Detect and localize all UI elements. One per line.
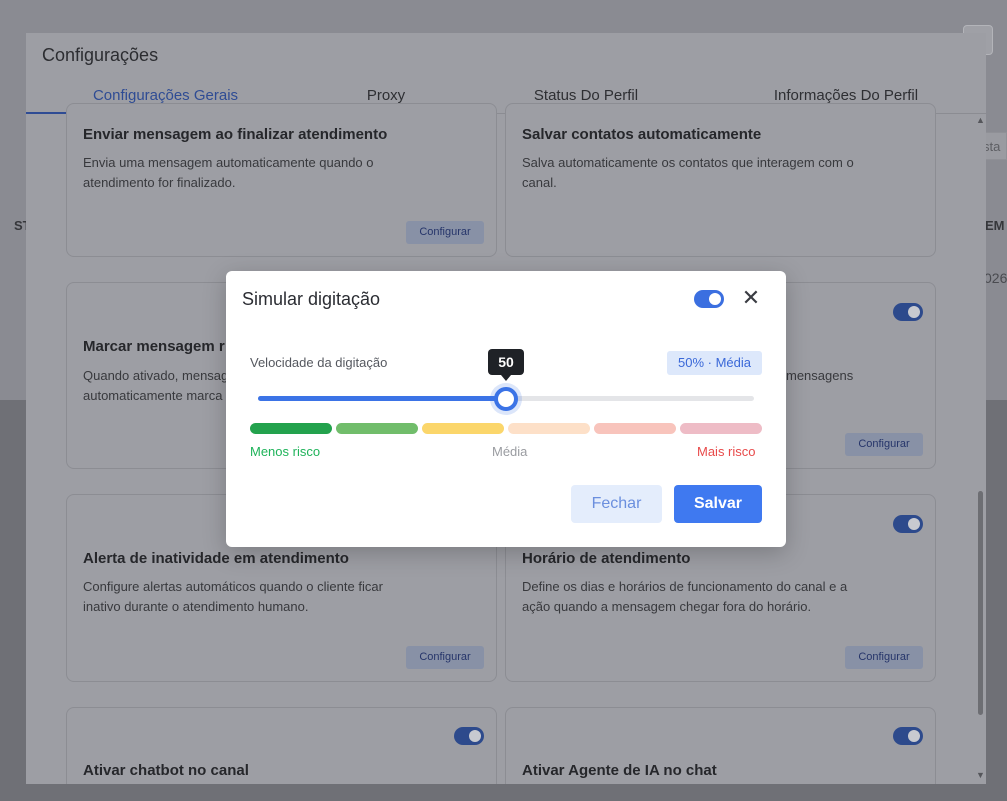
card-title: Ativar Agente de IA no chat — [522, 762, 717, 779]
card-title: Horário de atendimento — [522, 550, 691, 567]
risk-segment-2 — [336, 423, 418, 434]
card-title: Salvar contatos automaticamente — [522, 126, 762, 143]
settings-modal-title: Configurações — [42, 45, 159, 65]
configurar-button[interactable]: Configurar — [406, 221, 484, 244]
card-title: Ativar chatbot no canal — [83, 762, 249, 779]
card-toggle[interactable] — [454, 727, 484, 745]
card-ativar-chatbot: Ativar chatbot no canal — [66, 707, 497, 784]
close-icon[interactable]: ✕ — [740, 286, 762, 310]
slider-value-tooltip: 50 — [488, 349, 524, 381]
fechar-button[interactable]: Fechar — [571, 485, 662, 523]
settings-scrollbar[interactable]: ▲ ▼ — [976, 115, 986, 784]
risk-label-less: Menos risco — [250, 444, 321, 459]
slider-fill — [258, 396, 506, 401]
configurar-button[interactable]: Configurar — [406, 646, 484, 669]
card-description: Envia uma mensagem automaticamente quand… — [83, 155, 374, 190]
dialog-title: Simular digitação — [242, 289, 381, 309]
card-title: Alerta de inatividade em atendimento — [83, 550, 349, 567]
background-table-cell: 026 — [984, 270, 1007, 286]
slider-thumb[interactable] — [494, 387, 518, 411]
risk-segment-1 — [250, 423, 332, 434]
scroll-up-arrow-icon[interactable]: ▲ — [976, 115, 985, 125]
risk-label-mid: Média — [492, 444, 528, 459]
scroll-down-arrow-icon[interactable]: ▼ — [976, 770, 985, 780]
scroll-thumb[interactable] — [978, 491, 983, 715]
card-title: Marcar mensagem r — [83, 338, 225, 355]
risk-segment-3 — [422, 423, 504, 434]
card-title: Enviar mensagem ao finalizar atendimento — [83, 126, 388, 143]
configurar-button[interactable]: Configurar — [845, 646, 923, 669]
risk-label-more: Mais risco — [697, 444, 756, 459]
card-description: Define os dias e horários de funcionamen… — [522, 579, 848, 614]
card-toggle[interactable] — [893, 727, 923, 745]
card-description: mensagens — [786, 368, 854, 383]
card-enviar-mensagem: Enviar mensagem ao finalizar atendimento… — [66, 103, 497, 257]
risk-segment-4 — [508, 423, 590, 434]
risk-segment-5 — [594, 423, 676, 434]
dialog-enable-toggle[interactable] — [694, 290, 724, 308]
card-description: Quando ativado, mensag automaticamente m… — [83, 368, 229, 403]
card-toggle[interactable] — [893, 515, 923, 533]
card-ativar-agente-ia: Ativar Agente de IA no chat — [505, 707, 936, 784]
salvar-button[interactable]: Salvar — [674, 485, 762, 523]
background-table-header-right: EM — [985, 218, 1005, 233]
speed-badge: 50% · Média — [667, 351, 762, 375]
card-description: Configure alertas automáticos quando o c… — [83, 579, 383, 614]
simular-digitacao-dialog: Simular digitação ✕ Velocidade da digita… — [226, 271, 786, 547]
speed-label: Velocidade da digitação — [250, 355, 388, 370]
speed-slider[interactable]: 50 — [258, 349, 754, 411]
card-description: Salva automaticamente os contatos que in… — [522, 155, 854, 190]
card-toggle[interactable] — [893, 303, 923, 321]
configurar-button[interactable]: Configurar — [845, 433, 923, 456]
risk-segment-6 — [680, 423, 762, 434]
card-salvar-contatos: Salvar contatos automaticamente Salva au… — [505, 103, 936, 257]
